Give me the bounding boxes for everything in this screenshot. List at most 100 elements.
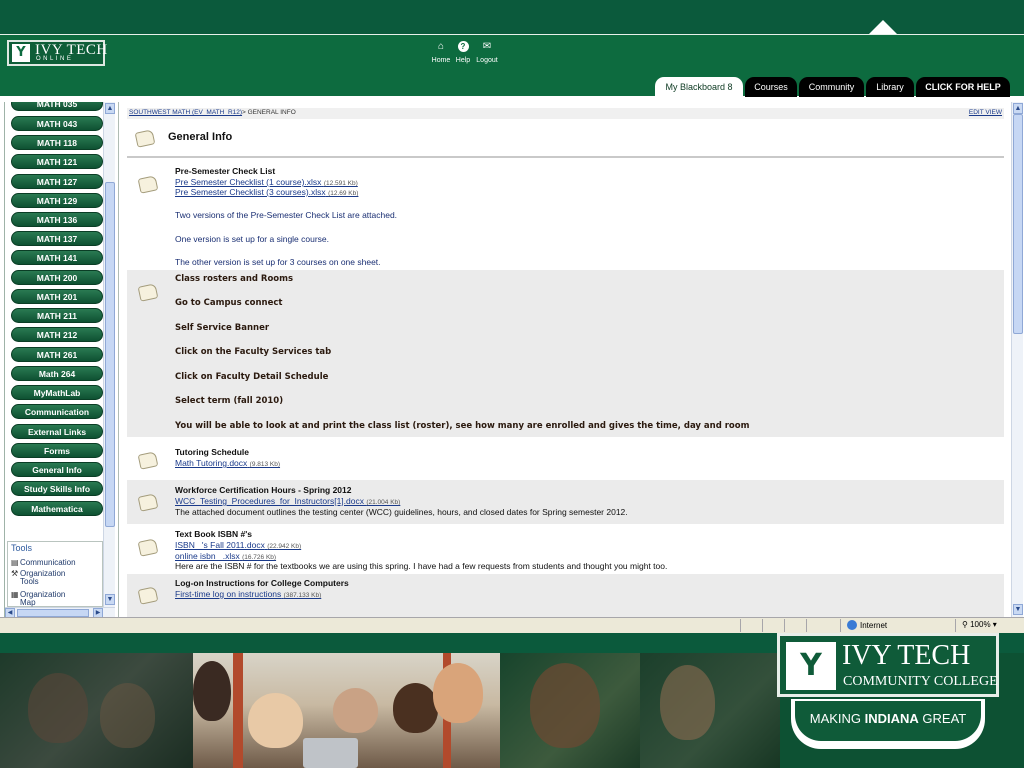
nav-button-forms[interactable]: Forms [11, 443, 103, 458]
nav-button-math-121[interactable]: MATH 121 [11, 154, 103, 169]
status-divider [840, 619, 841, 632]
page-title-icon [134, 129, 156, 148]
ivy-tech-online-logo[interactable]: Y IVY TECH ONLINE [7, 40, 107, 66]
tool-organization-map-label-2: Map [20, 598, 36, 607]
attachment-link[interactable]: WCC_Testing_Procedures_for_Instructors[1… [175, 496, 400, 506]
item-description: Two versions of the Pre-Semester Check L… [175, 210, 398, 220]
nav-button-mathematica[interactable]: Mathematica [11, 501, 103, 516]
nav-button-mymathlab[interactable]: MyMathLab [11, 385, 103, 400]
item-line: You will be able to look at and print th… [175, 421, 750, 431]
item-title: Class rosters and Rooms [175, 274, 294, 284]
blackboard-header: Y IVY TECH ONLINE ⌂ Home ? Help ✉ Logout… [0, 34, 1024, 97]
students-photo [500, 653, 640, 768]
nav-button-math-212[interactable]: MATH 212 [11, 327, 103, 342]
nav-button-math-035[interactable]: MATH 035 [11, 102, 103, 111]
edit-view-link[interactable]: EDIT VIEW [969, 109, 1002, 116]
tab-my-blackboard[interactable]: My Blackboard 8 [655, 77, 743, 97]
attachment-link[interactable]: Math Tutoring.docx (9.813 Kb) [175, 458, 280, 468]
tool-organization-map[interactable]: ▦Organization Map [11, 591, 65, 607]
tab-click-for-help[interactable]: CLICK FOR HELP [916, 77, 1010, 97]
ivy-leaf-icon: Y [12, 44, 30, 62]
help-icon: ? [457, 41, 469, 52]
brand-tagline: MAKING INDIANA GREAT [795, 711, 981, 726]
scroll-down-arrow-icon[interactable]: ▼ [1013, 604, 1023, 615]
document-icon [137, 586, 159, 605]
nav-button-math-136[interactable]: MATH 136 [11, 212, 103, 227]
scrollbar-thumb[interactable] [1013, 114, 1023, 334]
nav-button-math-261[interactable]: MATH 261 [11, 347, 103, 362]
nav-button-math-129[interactable]: MATH 129 [11, 193, 103, 208]
zoom-icon: ⚲ [962, 620, 968, 629]
browser-status-bar: Internet ⚲ 100% ▾ [0, 617, 1024, 633]
brand-subtitle: COMMUNITY COLLEGE [843, 674, 998, 689]
nav-button-math-141[interactable]: MATH 141 [11, 250, 103, 265]
top-links: ⌂ Home ? Help ✉ Logout [428, 41, 502, 71]
nav-button-math-118[interactable]: MATH 118 [11, 135, 103, 150]
breadcrumb-course-link[interactable]: SOUTHWEST MATH (EV_MATH_R12) [129, 109, 242, 116]
hscrollbar-thumb[interactable] [17, 609, 89, 617]
tagline-post: GREAT [918, 711, 967, 726]
organization-tools-icon: ⚒ [11, 569, 19, 578]
document-icon [137, 283, 159, 302]
home-icon: ⌂ [437, 41, 445, 52]
nav-button-math-211[interactable]: MATH 211 [11, 308, 103, 323]
logo-subtitle: ONLINE [36, 56, 74, 62]
logout-icon: ✉ [482, 41, 492, 52]
item-line: Self Service Banner [175, 323, 270, 333]
brand-ribbon-inner: MAKING INDIANA GREAT [795, 701, 981, 741]
scroll-up-arrow-icon[interactable]: ▲ [105, 103, 115, 114]
status-divider [762, 619, 763, 632]
attachment-link[interactable]: First-time log on instructions (387.133 … [175, 589, 321, 599]
globe-icon [847, 620, 857, 630]
attachment-link[interactable]: Pre Semester Checklist (1 course).xlsx (… [175, 177, 358, 187]
content-item-tutoring-schedule: Tutoring Schedule Math Tutoring.docx (9.… [127, 442, 1004, 478]
course-menu-hscrollbar[interactable]: ◀ ▶ [5, 607, 115, 617]
tools-heading: Tools [11, 543, 33, 553]
zoom-control[interactable]: ⚲ 100% ▾ [962, 620, 997, 629]
tool-organization-tools[interactable]: ⚒ Organization Tools [11, 570, 65, 586]
content-item-class-rosters: Class rosters and Rooms Go to Campus con… [127, 270, 1004, 437]
students-photo [0, 653, 193, 768]
nav-button-math-201[interactable]: MATH 201 [11, 289, 103, 304]
scroll-right-arrow-icon[interactable]: ▶ [93, 608, 103, 617]
nav-button-external-links[interactable]: External Links [11, 424, 103, 439]
course-menu: MATH 035 MATH 043 MATH 118 MATH 121 MATH… [11, 102, 103, 538]
attachment-link-text: Pre Semester Checklist (1 course).xlsx [175, 177, 322, 187]
course-menu-scrollbar[interactable]: ▲ ▼ [103, 102, 115, 607]
attachment-link-text: WCC_Testing_Procedures_for_Instructors[1… [175, 496, 364, 506]
item-line: Select term (fall 2010) [175, 396, 284, 406]
nav-button-general-info[interactable]: General Info [11, 462, 103, 477]
nav-button-math-127[interactable]: MATH 127 [11, 174, 103, 189]
scroll-left-arrow-icon[interactable]: ◀ [5, 608, 15, 617]
nav-button-math-264[interactable]: Math 264 [11, 366, 103, 381]
nav-button-math-200[interactable]: MATH 200 [11, 270, 103, 285]
attachment-link[interactable]: ISBN _'s Fall 2011.docx (22.942 Kb) [175, 540, 301, 550]
breadcrumb: SOUTHWEST MATH (EV_MATH_R12) > GENERAL I… [127, 108, 1004, 119]
content-scrollbar[interactable]: ▲ ▼ [1011, 102, 1023, 617]
brand-box: Y IVY TECH COMMUNITY COLLEGE [777, 633, 999, 697]
brand-name: IVY TECH [842, 640, 971, 671]
tab-library[interactable]: Library [866, 77, 914, 97]
nav-button-communication[interactable]: Communication [11, 404, 103, 419]
ivy-leaf-icon: Y [786, 642, 836, 690]
scroll-up-arrow-icon[interactable]: ▲ [1013, 103, 1023, 114]
attachment-link[interactable]: online isbn _.xlsx (16.726 Kb) [175, 551, 276, 561]
nav-button-math-137[interactable]: MATH 137 [11, 231, 103, 246]
tool-communication[interactable]: ▤Communication [11, 559, 76, 567]
tagline-pre: MAKING [809, 711, 865, 726]
tab-community[interactable]: Community [799, 77, 864, 97]
logout-link[interactable]: ✉ Logout [474, 41, 500, 64]
breadcrumb-current: > GENERAL INFO [242, 109, 296, 116]
tagline-bold: INDIANA [864, 711, 919, 726]
item-line: Go to Campus connect [175, 298, 283, 308]
status-divider [955, 619, 956, 632]
scroll-down-arrow-icon[interactable]: ▼ [105, 594, 115, 605]
nav-button-study-skills-info[interactable]: Study Skills Info [11, 481, 103, 496]
scrollbar-thumb[interactable] [105, 182, 115, 527]
brand-ribbon: MAKING INDIANA GREAT [791, 699, 985, 749]
attachment-link[interactable]: Pre Semester Checklist (3 courses).xlsx … [175, 187, 358, 197]
tab-courses[interactable]: Courses [745, 77, 797, 97]
help-link[interactable]: ? Help [450, 41, 476, 64]
communication-icon: ▤ [11, 558, 19, 567]
nav-button-math-043[interactable]: MATH 043 [11, 116, 103, 131]
